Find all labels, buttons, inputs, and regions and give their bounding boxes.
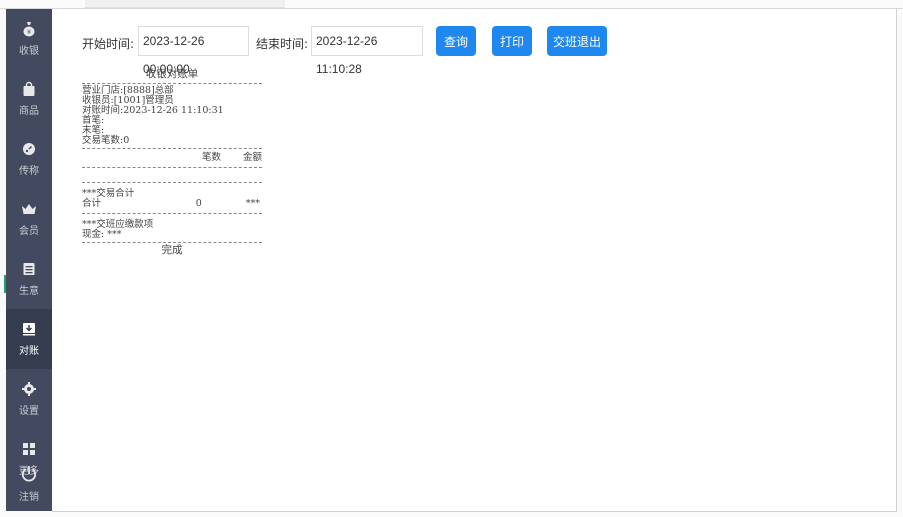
col-amount-header: 金额 bbox=[242, 152, 262, 163]
nav-item-members[interactable]: 会员 bbox=[6, 189, 52, 249]
nav-label: 生意 bbox=[19, 286, 39, 297]
top-tab-strip bbox=[85, 0, 285, 8]
receipt-line-time: 对账时间:2023-12-26 11:10:31 bbox=[82, 105, 224, 116]
total-count: 0 bbox=[195, 198, 202, 209]
print-button[interactable]: 打印 bbox=[492, 26, 532, 56]
reconciliation-receipt: 收银对账单 营业门店:[8888]总部 收银员:[1001]管理员 对账时间:2… bbox=[82, 69, 262, 255]
nav-label: 设置 bbox=[19, 406, 39, 417]
receipt-title: 收银对账单 bbox=[145, 68, 199, 80]
nav-item-business[interactable]: 生意 bbox=[6, 249, 52, 309]
divider bbox=[82, 148, 262, 149]
nav-item-reconcile[interactable]: 对账 bbox=[6, 309, 52, 369]
receipt-footer: 完成 bbox=[161, 244, 183, 256]
scale-icon bbox=[23, 143, 35, 155]
nav-label: 传称 bbox=[19, 166, 39, 177]
crown-icon bbox=[22, 204, 36, 214]
divider bbox=[82, 167, 262, 168]
nav-label: 会员 bbox=[19, 226, 39, 237]
sidebar: ¥ 收银 商品 传称 会员 生意 对账 设置 注销 bbox=[6, 9, 52, 511]
query-button[interactable]: 查询 bbox=[436, 26, 476, 56]
nav-item-products[interactable]: 商品 bbox=[6, 69, 52, 129]
nav-item-scale[interactable]: 传称 bbox=[6, 129, 52, 189]
divider bbox=[82, 182, 262, 183]
nav-label: 收银 bbox=[19, 46, 39, 57]
nav-item-logout[interactable]: 注销 bbox=[6, 457, 52, 511]
nav-item-settings[interactable]: 设置 bbox=[6, 369, 52, 429]
receipt-total-row: 合计 0 *** bbox=[82, 199, 262, 209]
divider bbox=[82, 213, 262, 214]
main-content: 开始时间: 2023-12-26 00:00:00 结束时间: 2023-12-… bbox=[52, 9, 897, 512]
power-icon bbox=[21, 466, 37, 482]
gear-icon bbox=[22, 382, 36, 396]
col-count-header: 笔数 bbox=[201, 152, 221, 163]
receipt-line-first: 首笔: bbox=[82, 115, 105, 126]
money-bag-icon: ¥ bbox=[23, 22, 35, 37]
nav-label: 商品 bbox=[19, 106, 39, 117]
cash-line: 现金: *** bbox=[82, 229, 122, 240]
start-time-label: 开始时间: bbox=[82, 37, 135, 51]
download-tray-icon bbox=[23, 323, 35, 336]
app-window: ¥ 收银 商品 传称 会员 生意 对账 设置 注销 开始时间: 2023-12-… bbox=[0, 0, 903, 517]
receipt-header-row: 笔数 金额 bbox=[82, 153, 262, 163]
nav-label: 对账 bbox=[19, 346, 39, 357]
nav-label: 注销 bbox=[19, 492, 39, 503]
shopping-bag-icon bbox=[23, 81, 35, 96]
total-amount: *** bbox=[245, 198, 260, 209]
shift-exit-button[interactable]: 交班退出 bbox=[547, 26, 607, 56]
divider bbox=[82, 242, 262, 243]
report-icon bbox=[23, 263, 35, 275]
grid-icon bbox=[23, 443, 35, 455]
start-time-field[interactable]: 2023-12-26 00:00:00 bbox=[138, 26, 249, 76]
total-label: 合计 bbox=[82, 198, 102, 209]
end-time-label: 结束时间: bbox=[256, 37, 309, 51]
nav-item-cashier[interactable]: ¥ 收银 bbox=[6, 9, 52, 69]
receipt-line-count: 交易笔数:0 bbox=[82, 135, 130, 146]
section-trade-total: ***交易合计 bbox=[82, 188, 135, 199]
end-time-field[interactable]: 2023-12-26 11:10:28 bbox=[311, 26, 423, 76]
divider bbox=[82, 83, 262, 84]
svg-text:¥: ¥ bbox=[27, 29, 31, 36]
